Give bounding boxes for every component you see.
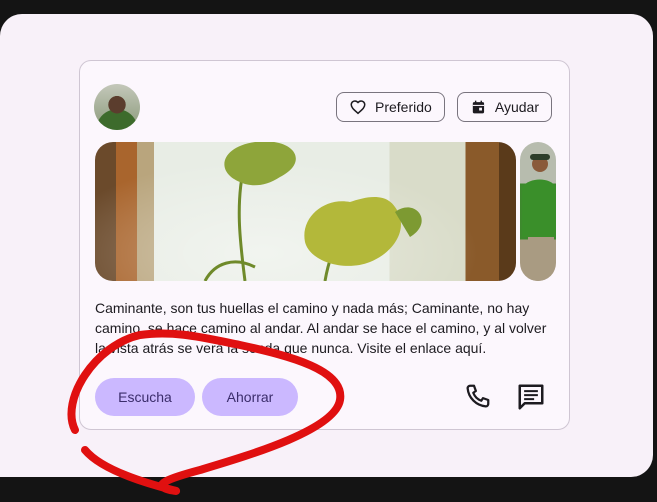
heart-icon <box>350 100 366 115</box>
favorite-chip[interactable]: Preferido <box>336 92 445 122</box>
favorite-label: Preferido <box>375 99 432 115</box>
calendar-icon <box>472 100 485 114</box>
message-icon[interactable] <box>516 382 546 412</box>
help-label: Ayudar <box>494 99 539 115</box>
card-body-text: Caminante, son tus huellas el camino y n… <box>95 300 547 356</box>
hero-image-plant[interactable] <box>95 142 516 281</box>
avatar[interactable] <box>94 84 140 130</box>
help-chip[interactable]: Ayudar <box>457 92 552 122</box>
listen-button[interactable]: Escucha <box>95 378 195 416</box>
person-illustration <box>522 154 556 281</box>
phone-icon[interactable] <box>462 382 492 412</box>
save-button[interactable]: Ahorrar <box>202 378 298 416</box>
plant-illustration <box>203 142 422 281</box>
side-image-person[interactable] <box>520 142 556 281</box>
